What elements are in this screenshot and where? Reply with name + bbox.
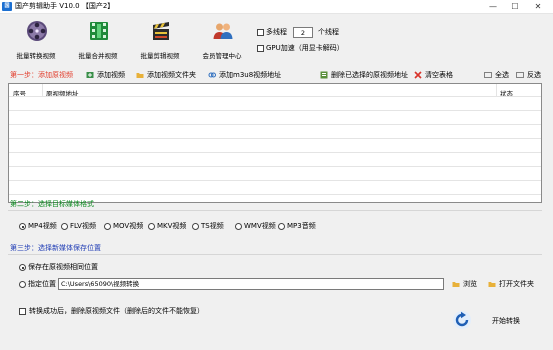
close-icon[interactable]: ✕ bbox=[528, 0, 548, 13]
title-bar: 国 国产剪辑助手 V10.0 【国产2】 — ☐ ✕ bbox=[0, 0, 553, 14]
format-wmv-label: WMV视频 bbox=[244, 222, 276, 230]
header-divider bbox=[9, 96, 541, 97]
save-same-location-label: 保存在原视频相同位置 bbox=[28, 263, 98, 271]
format-mp3-label: MP3音频 bbox=[287, 222, 316, 230]
row-line bbox=[9, 124, 541, 125]
member-center-label: 会员管理中心 bbox=[202, 52, 242, 60]
add-video-button[interactable]: 添加视频 bbox=[97, 71, 125, 80]
save-same-location-radio[interactable] bbox=[19, 264, 26, 271]
add-folder-button[interactable]: 添加视频文件夹 bbox=[147, 71, 196, 80]
clear-table-button[interactable]: 清空表格 bbox=[425, 71, 453, 80]
maximize-icon[interactable]: ☐ bbox=[505, 0, 525, 13]
batch-edit-button[interactable]: 批量剪辑视频 bbox=[132, 16, 188, 66]
format-ts-radio[interactable] bbox=[192, 223, 199, 230]
batch-merge-label: 批量合并视频 bbox=[78, 52, 118, 60]
custom-location-radio[interactable] bbox=[19, 281, 26, 288]
select-all-button[interactable]: 全选 bbox=[495, 71, 509, 80]
row-line bbox=[9, 166, 541, 167]
invert-select-button[interactable]: 反选 bbox=[527, 71, 541, 80]
custom-location-label: 指定位置 bbox=[28, 280, 56, 288]
format-mp4-label: MP4视频 bbox=[28, 222, 57, 230]
member-center-button[interactable]: 会员管理中心 bbox=[194, 16, 250, 66]
row-line bbox=[9, 110, 541, 111]
window-title: 国产剪辑助手 V10.0 【国产2】 bbox=[15, 2, 115, 10]
thread-count-input[interactable]: 2 bbox=[293, 27, 313, 38]
step2-title: 第二步：选择目标媒体格式 bbox=[10, 200, 94, 208]
delete-list-icon bbox=[320, 71, 328, 79]
select-all-icon bbox=[484, 72, 492, 78]
refresh-icon[interactable] bbox=[452, 310, 472, 330]
browse-button[interactable]: 浏览 bbox=[463, 280, 477, 289]
column-divider bbox=[496, 84, 497, 96]
open-folder-icon bbox=[488, 282, 496, 287]
format-ts-label: TS视频 bbox=[201, 222, 224, 230]
gpu-label: GPU加速（用显卡解码） bbox=[266, 44, 344, 52]
multithread-label: 多线程 bbox=[266, 28, 287, 36]
column-divider bbox=[42, 84, 43, 96]
app-logo-icon: 国 bbox=[2, 2, 12, 11]
start-convert-button[interactable]: 开始转换 bbox=[492, 317, 520, 326]
multithread-checkbox[interactable] bbox=[257, 29, 264, 36]
format-mp4-radio[interactable] bbox=[19, 223, 26, 230]
format-mov-radio[interactable] bbox=[104, 223, 111, 230]
minimize-icon[interactable]: — bbox=[483, 0, 503, 13]
batch-convert-button[interactable]: 批量转换视频 bbox=[8, 16, 64, 66]
save-path-input[interactable]: C:\Users\65090\视频转换 bbox=[58, 278, 444, 290]
gpu-checkbox[interactable] bbox=[257, 45, 264, 52]
clear-x-icon bbox=[414, 71, 422, 79]
format-flv-label: FLV视频 bbox=[70, 222, 96, 230]
step3-title: 第三步：选择新媒体保存位置 bbox=[10, 244, 101, 252]
browse-folder-icon bbox=[452, 282, 460, 287]
delete-original-checkbox[interactable] bbox=[19, 308, 26, 315]
invert-select-icon bbox=[516, 72, 524, 78]
step1-title: 第一步：添加原视频 bbox=[10, 71, 73, 79]
users-icon bbox=[213, 23, 233, 39]
delete-selected-button[interactable]: 删除已选择的原视频地址 bbox=[331, 71, 408, 80]
section-divider bbox=[8, 210, 542, 211]
format-wmv-radio[interactable] bbox=[235, 223, 242, 230]
film-strip-icon bbox=[90, 22, 108, 40]
add-folder-icon bbox=[136, 73, 144, 78]
batch-merge-button[interactable]: 批量合并视频 bbox=[70, 16, 126, 66]
thread-unit-label: 个线程 bbox=[318, 28, 339, 36]
row-line bbox=[9, 194, 541, 195]
row-line bbox=[9, 180, 541, 181]
batch-convert-label: 批量转换视频 bbox=[16, 52, 56, 60]
row-line bbox=[9, 152, 541, 153]
format-mkv-label: MKV视频 bbox=[157, 222, 187, 230]
open-folder-button[interactable]: 打开文件夹 bbox=[499, 280, 534, 289]
format-flv-radio[interactable] bbox=[61, 223, 68, 230]
format-mov-label: MOV视频 bbox=[113, 222, 144, 230]
add-m3u8-button[interactable]: 添加m3u8视频地址 bbox=[219, 71, 281, 80]
add-video-icon bbox=[86, 72, 94, 78]
format-mp3-radio[interactable] bbox=[278, 223, 285, 230]
format-mkv-radio[interactable] bbox=[148, 223, 155, 230]
delete-original-label: 转换成功后，删除原视频文件（删除后的文件不能恢复） bbox=[29, 307, 204, 315]
row-line bbox=[9, 138, 541, 139]
link-icon bbox=[208, 72, 216, 78]
film-reel-icon bbox=[27, 21, 47, 41]
section-divider bbox=[8, 254, 542, 255]
clapper-board-icon bbox=[153, 22, 169, 40]
video-table[interactable]: 序号 原视频地址 状态 bbox=[8, 83, 542, 203]
batch-edit-label: 批量剪辑视频 bbox=[140, 52, 180, 60]
